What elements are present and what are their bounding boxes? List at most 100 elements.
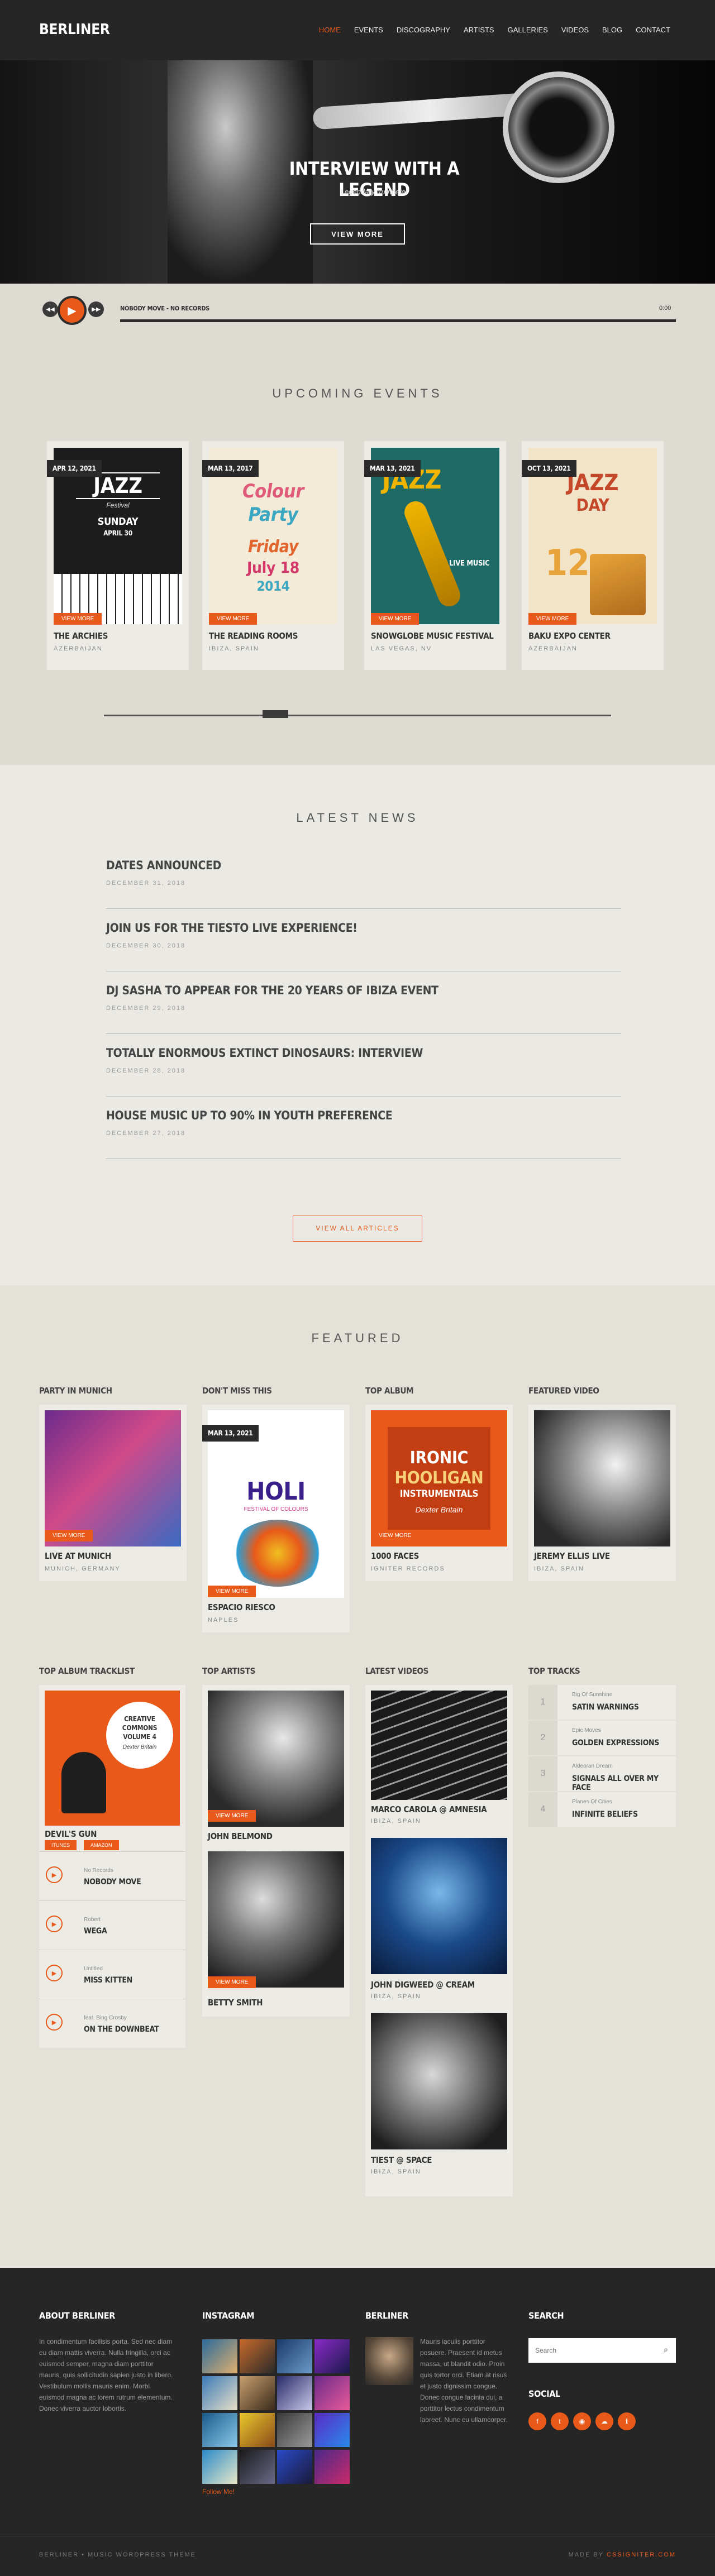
instagram-photo[interactable] bbox=[277, 2376, 312, 2410]
previous-track-icon[interactable]: ◀◀ bbox=[42, 301, 58, 317]
card-title[interactable]: LIVE AT MUNICH bbox=[45, 1551, 111, 1561]
itunes-button[interactable]: ITUNES bbox=[45, 1840, 77, 1850]
event-card[interactable]: JAZZ DAY 12 OCT 13, 2021 VIEW MORE BAKU … bbox=[522, 441, 664, 670]
view-more-button[interactable]: VIEW MORE bbox=[371, 613, 420, 625]
featured-card-album[interactable]: IRONIC HOOLIGAN INSTRUMENTALS Dexter Bri… bbox=[365, 1405, 513, 1581]
event-name[interactable]: THE ARCHIES bbox=[54, 631, 108, 641]
news-title[interactable]: DJ SASHA TO APPEAR FOR THE 20 YEARS OF I… bbox=[106, 984, 438, 997]
artist-name[interactable]: JOHN BELMOND bbox=[208, 1831, 273, 1841]
instagram-photo[interactable] bbox=[277, 2339, 312, 2373]
view-more-button[interactable]: VIEW MORE bbox=[371, 1530, 420, 1541]
news-item[interactable]: JOIN US FOR THE TIESTO LIVE EXPERIENCE! … bbox=[106, 909, 621, 971]
instagram-photo[interactable] bbox=[314, 2339, 350, 2373]
featured-card-video[interactable]: JEREMY ELLIS LIVE IBIZA, SPAIN bbox=[528, 1405, 676, 1581]
instagram-photo[interactable] bbox=[202, 2413, 237, 2447]
soundcloud-icon[interactable]: ☁ bbox=[595, 2412, 613, 2430]
top-track-item[interactable]: 2 Epic Moves GOLDEN EXPRESSIONS bbox=[528, 1721, 676, 1755]
nav-contact[interactable]: CONTACT bbox=[636, 26, 670, 34]
instagram-photo[interactable] bbox=[240, 2376, 275, 2410]
twitter-icon[interactable]: t bbox=[551, 2412, 569, 2430]
track-row[interactable]: ▶ No Records NOBODY MOVE bbox=[39, 1851, 185, 1900]
news-item[interactable]: DATES ANNOUNCED DECEMBER 31, 2018 bbox=[106, 846, 621, 909]
search-icon[interactable]: ⌕ bbox=[664, 2345, 668, 2354]
play-icon[interactable]: ▶ bbox=[46, 2014, 63, 2031]
instagram-photo[interactable] bbox=[314, 2413, 350, 2447]
video-title[interactable]: JOHN DIGWEED @ CREAM bbox=[371, 1980, 475, 1990]
nav-discography[interactable]: DISCOGRAPHY bbox=[397, 26, 450, 34]
dribbble-icon[interactable]: ◉ bbox=[573, 2412, 591, 2430]
card-title[interactable]: 1000 FACES bbox=[371, 1551, 419, 1561]
nav-blog[interactable]: BLOG bbox=[602, 26, 622, 34]
instagram-photo[interactable] bbox=[202, 2376, 237, 2410]
event-card[interactable]: JAZZ Festival SUNDAY APRIL 30 APR 12, 20… bbox=[47, 441, 189, 670]
site-logo[interactable]: BERLINER bbox=[39, 21, 110, 38]
play-button-icon[interactable]: ▶ bbox=[58, 296, 87, 325]
event-card[interactable]: JAZZ LIVE MUSIC MAR 13, 2021 VIEW MORE S… bbox=[364, 441, 506, 670]
nav-galleries[interactable]: GALLERIES bbox=[508, 26, 548, 34]
view-more-button[interactable]: VIEW MORE bbox=[208, 1810, 256, 1822]
event-name[interactable]: SNOWGLOBE MUSIC FESTIVAL bbox=[371, 631, 494, 641]
news-title[interactable]: JOIN US FOR THE TIESTO LIVE EXPERIENCE! bbox=[106, 921, 358, 935]
view-more-button[interactable]: VIEW MORE bbox=[54, 613, 102, 625]
card-title[interactable]: JEREMY ELLIS LIVE bbox=[534, 1551, 610, 1561]
view-more-button[interactable]: VIEW MORE bbox=[45, 1530, 93, 1541]
view-more-button[interactable]: VIEW MORE bbox=[208, 1586, 256, 1597]
top-track-item[interactable]: 3 Aldeoran Dream SIGNALS ALL OVER MY FAC… bbox=[528, 1756, 676, 1792]
instagram-photo[interactable] bbox=[314, 2376, 350, 2410]
top-track-item[interactable]: 4 Planes Of Cities INFINITE BELIEFS bbox=[528, 1792, 676, 1827]
hero-view-more-button[interactable]: VIEW MORE bbox=[310, 223, 405, 245]
next-track-icon[interactable]: ▶▶ bbox=[88, 301, 104, 317]
nav-home[interactable]: HOME bbox=[319, 26, 341, 34]
news-item[interactable]: DJ SASHA TO APPEAR FOR THE 20 YEARS OF I… bbox=[106, 971, 621, 1034]
instagram-photo[interactable] bbox=[240, 2450, 275, 2484]
news-title[interactable]: TOTALLY ENORMOUS EXTINCT DINOSAURS: INTE… bbox=[106, 1046, 423, 1060]
credits-link[interactable]: CSSIGNITER.COM bbox=[607, 2551, 676, 2558]
instagram-photo[interactable] bbox=[314, 2450, 350, 2484]
track-row[interactable]: ▶ Robert WEGA bbox=[39, 1900, 185, 1950]
info-icon[interactable]: ℹ bbox=[618, 2412, 636, 2430]
instagram-photo[interactable] bbox=[202, 2339, 237, 2373]
nav-artists[interactable]: ARTISTS bbox=[464, 26, 494, 34]
search-input[interactable] bbox=[528, 2338, 651, 2363]
news-title[interactable]: HOUSE MUSIC UP TO 90% IN YOUTH PREFERENC… bbox=[106, 1109, 393, 1122]
view-all-articles-button[interactable]: VIEW ALL ARTICLES bbox=[293, 1215, 422, 1242]
video-title[interactable]: MARCO CAROLA @ AMNESIA bbox=[371, 1804, 487, 1814]
event-name[interactable]: THE READING ROOMS bbox=[209, 631, 298, 641]
amazon-button[interactable]: AMAZON bbox=[84, 1840, 119, 1850]
play-icon[interactable]: ▶ bbox=[46, 1965, 63, 1981]
track-row[interactable]: ▶ Untitled MISS KITTEN bbox=[39, 1950, 185, 1999]
top-track-item[interactable]: 1 Big Of Sunshine SATIN WARNINGS bbox=[528, 1685, 676, 1720]
carousel-scrollbar-track[interactable] bbox=[104, 715, 611, 716]
news-title[interactable]: DATES ANNOUNCED bbox=[106, 859, 221, 872]
artist-name[interactable]: BETTY SMITH bbox=[208, 1998, 263, 2008]
event-card[interactable]: Colour Party Friday July 18 2014 MAR 13,… bbox=[202, 441, 344, 670]
track-name[interactable]: SIGNALS ALL OVER MY FACE bbox=[572, 1774, 676, 1792]
view-more-button[interactable]: VIEW MORE bbox=[208, 1976, 256, 1988]
facebook-icon[interactable]: f bbox=[528, 2412, 546, 2430]
play-icon[interactable]: ▶ bbox=[46, 1866, 63, 1883]
instagram-photo[interactable] bbox=[240, 2339, 275, 2373]
instagram-follow-link[interactable]: Follow Me! bbox=[202, 2488, 235, 2496]
video-title[interactable]: TIEST @ SPACE bbox=[371, 2155, 432, 2165]
track-name[interactable]: INFINITE BELIEFS bbox=[572, 1810, 638, 1819]
news-item[interactable]: HOUSE MUSIC UP TO 90% IN YOUTH PREFERENC… bbox=[106, 1097, 621, 1159]
view-more-button[interactable]: VIEW MORE bbox=[528, 613, 577, 625]
instagram-photo[interactable] bbox=[277, 2450, 312, 2484]
track-name[interactable]: SATIN WARNINGS bbox=[572, 1703, 639, 1712]
featured-card-holi[interactable]: HOLI FESTIVAL OF COLOURS MAR 13, 2021 VI… bbox=[202, 1405, 350, 1632]
nav-videos[interactable]: VIDEOS bbox=[561, 26, 589, 34]
featured-card-munich[interactable]: VIEW MORE LIVE AT MUNICH MUNICH, GERMANY bbox=[39, 1405, 187, 1581]
event-name[interactable]: BAKU EXPO CENTER bbox=[528, 631, 611, 641]
instagram-photo[interactable] bbox=[240, 2413, 275, 2447]
instagram-photo[interactable] bbox=[202, 2450, 237, 2484]
play-icon[interactable]: ▶ bbox=[46, 1916, 63, 1932]
carousel-scrollbar-handle[interactable] bbox=[263, 710, 288, 718]
view-more-button[interactable]: VIEW MORE bbox=[209, 613, 258, 625]
track-name[interactable]: GOLDEN EXPRESSIONS bbox=[572, 1739, 659, 1747]
nav-events[interactable]: EVENTS bbox=[354, 26, 383, 34]
album-title[interactable]: DEVIL'S GUN bbox=[45, 1829, 97, 1839]
player-progress-bar[interactable] bbox=[120, 319, 676, 322]
card-title[interactable]: ESPACIO RIESCO bbox=[208, 1602, 275, 1612]
track-row[interactable]: ▶ feat. Bing Crosby ON THE DOWNBEAT bbox=[39, 1999, 185, 2048]
news-item[interactable]: TOTALLY ENORMOUS EXTINCT DINOSAURS: INTE… bbox=[106, 1034, 621, 1097]
